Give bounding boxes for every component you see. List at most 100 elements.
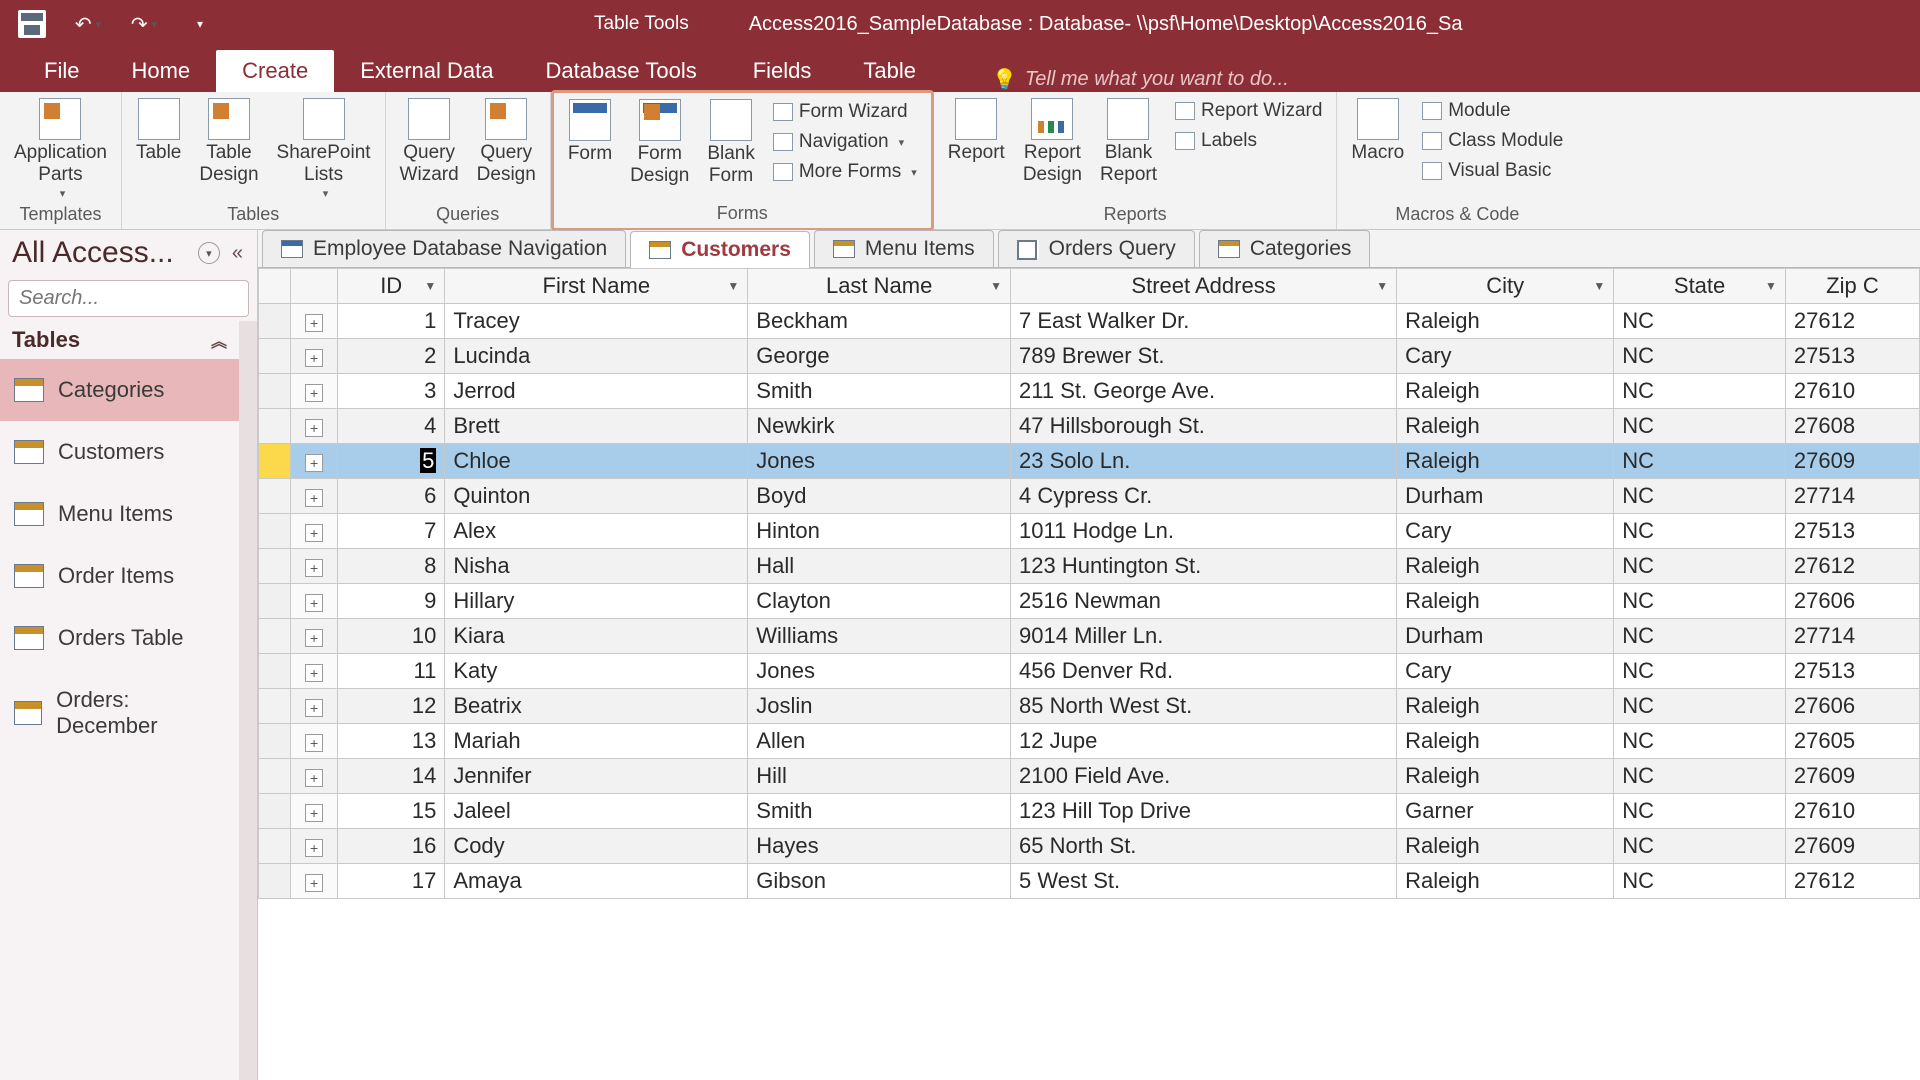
cell-first-name[interactable]: Amaya xyxy=(445,864,748,899)
cell-last-name[interactable]: Clayton xyxy=(748,584,1011,619)
nav-item[interactable]: Order Items xyxy=(0,545,239,607)
cell-id[interactable]: 10 xyxy=(338,619,445,654)
nav-dropdown[interactable]: ▾ xyxy=(198,242,220,264)
cell-zip[interactable]: 27606 xyxy=(1785,689,1919,724)
chevron-down-icon[interactable]: ▼ xyxy=(727,279,739,293)
table-row[interactable]: +14JenniferHill2100 Field Ave.RaleighNC2… xyxy=(259,759,1920,794)
cell-state[interactable]: NC xyxy=(1614,374,1786,409)
table-row[interactable]: +12BeatrixJoslin85 North West St.Raleigh… xyxy=(259,689,1920,724)
row-selector[interactable] xyxy=(259,479,291,514)
cell-state[interactable]: NC xyxy=(1614,654,1786,689)
cell-zip[interactable]: 27612 xyxy=(1785,549,1919,584)
form-design-button[interactable]: Form Design xyxy=(624,97,695,189)
row-selector[interactable] xyxy=(259,339,291,374)
qat-customize[interactable]: ▾ xyxy=(186,10,214,38)
more-forms-button[interactable]: More Forms▾ xyxy=(767,159,923,185)
cell-id[interactable]: 3 xyxy=(338,374,445,409)
row-selector[interactable] xyxy=(259,514,291,549)
expand-button[interactable]: + xyxy=(291,759,338,794)
labels-button[interactable]: Labels xyxy=(1169,128,1328,154)
expand-button[interactable]: + xyxy=(291,374,338,409)
chevron-down-icon[interactable]: ▼ xyxy=(1376,279,1388,293)
expand-button[interactable]: + xyxy=(291,864,338,899)
cell-state[interactable]: NC xyxy=(1614,549,1786,584)
report-design-button[interactable]: Report Design xyxy=(1017,96,1088,188)
nav-section-tables[interactable]: Tables ︽ xyxy=(0,321,239,359)
nav-item[interactable]: Menu Items xyxy=(0,483,239,545)
table-row[interactable]: +1TraceyBeckham7 East Walker Dr.RaleighN… xyxy=(259,304,1920,339)
cell-state[interactable]: NC xyxy=(1614,514,1786,549)
cell-last-name[interactable]: Jones xyxy=(748,654,1011,689)
col-street-address[interactable]: Street Address▼ xyxy=(1011,269,1397,304)
cell-id[interactable]: 5 xyxy=(338,444,445,479)
row-selector[interactable] xyxy=(259,829,291,864)
cell-id[interactable]: 6 xyxy=(338,479,445,514)
cell-city[interactable]: Raleigh xyxy=(1397,444,1614,479)
cell-id[interactable]: 12 xyxy=(338,689,445,724)
cell-zip[interactable]: 27608 xyxy=(1785,409,1919,444)
cell-street[interactable]: 65 North St. xyxy=(1011,829,1397,864)
cell-state[interactable]: NC xyxy=(1614,724,1786,759)
nav-title[interactable]: All Access... xyxy=(12,236,192,270)
chevron-down-icon[interactable]: ▼ xyxy=(424,279,436,293)
row-selector[interactable] xyxy=(259,444,291,479)
row-selector[interactable] xyxy=(259,759,291,794)
row-selector[interactable] xyxy=(259,654,291,689)
cell-zip[interactable]: 27610 xyxy=(1785,794,1919,829)
expand-button[interactable]: + xyxy=(291,654,338,689)
document-tab[interactable]: Employee Database Navigation xyxy=(262,230,626,267)
cell-id[interactable]: 1 xyxy=(338,304,445,339)
cell-state[interactable]: NC xyxy=(1614,479,1786,514)
cell-last-name[interactable]: Smith xyxy=(748,374,1011,409)
cell-city[interactable]: Raleigh xyxy=(1397,724,1614,759)
cell-city[interactable]: Durham xyxy=(1397,479,1614,514)
cell-street[interactable]: 211 St. George Ave. xyxy=(1011,374,1397,409)
row-selector[interactable] xyxy=(259,864,291,899)
table-row[interactable]: +16CodyHayes65 North St.RaleighNC27609 xyxy=(259,829,1920,864)
cell-city[interactable]: Cary xyxy=(1397,339,1614,374)
tab-create[interactable]: Create xyxy=(216,50,334,92)
table-button[interactable]: Table xyxy=(130,96,187,166)
datasheet[interactable]: ID▼ First Name▼ Last Name▼ Street Addres… xyxy=(258,268,1920,1080)
tell-me-search[interactable]: 💡 Tell me what you want to do... xyxy=(992,67,1289,92)
document-tab[interactable]: Customers xyxy=(630,231,810,268)
cell-zip[interactable]: 27606 xyxy=(1785,584,1919,619)
application-parts-button[interactable]: Application Parts▾ xyxy=(8,96,113,202)
cell-street[interactable]: 5 West St. xyxy=(1011,864,1397,899)
cell-last-name[interactable]: Jones xyxy=(748,444,1011,479)
cell-street[interactable]: 2100 Field Ave. xyxy=(1011,759,1397,794)
tab-file[interactable]: File xyxy=(18,50,105,92)
cell-last-name[interactable]: George xyxy=(748,339,1011,374)
cell-street[interactable]: 23 Solo Ln. xyxy=(1011,444,1397,479)
cell-zip[interactable]: 27609 xyxy=(1785,759,1919,794)
document-tab[interactable]: Categories xyxy=(1199,230,1371,267)
cell-id[interactable]: 11 xyxy=(338,654,445,689)
table-row[interactable]: +8NishaHall123 Huntington St.RaleighNC27… xyxy=(259,549,1920,584)
expand-button[interactable]: + xyxy=(291,514,338,549)
expand-button[interactable]: + xyxy=(291,689,338,724)
cell-id[interactable]: 4 xyxy=(338,409,445,444)
table-row[interactable]: +3JerrodSmith211 St. George Ave.RaleighN… xyxy=(259,374,1920,409)
visual-basic-button[interactable]: Visual Basic xyxy=(1416,158,1569,184)
cell-first-name[interactable]: Nisha xyxy=(445,549,748,584)
cell-id[interactable]: 16 xyxy=(338,829,445,864)
cell-state[interactable]: NC xyxy=(1614,444,1786,479)
cell-state[interactable]: NC xyxy=(1614,689,1786,724)
table-row[interactable]: +11KatyJones456 Denver Rd.CaryNC27513 xyxy=(259,654,1920,689)
row-selector-header[interactable] xyxy=(259,269,291,304)
tab-home[interactable]: Home xyxy=(105,50,216,92)
redo-button[interactable]: ↷▾ xyxy=(130,10,158,38)
cell-id[interactable]: 2 xyxy=(338,339,445,374)
cell-state[interactable]: NC xyxy=(1614,339,1786,374)
cell-state[interactable]: NC xyxy=(1614,829,1786,864)
expand-button[interactable]: + xyxy=(291,444,338,479)
cell-city[interactable]: Durham xyxy=(1397,619,1614,654)
cell-state[interactable]: NC xyxy=(1614,864,1786,899)
sharepoint-lists-button[interactable]: SharePoint Lists▾ xyxy=(271,96,377,202)
nav-item[interactable]: Orders Table xyxy=(0,607,239,669)
cell-zip[interactable]: 27714 xyxy=(1785,619,1919,654)
nav-item[interactable]: Customers xyxy=(0,421,239,483)
nav-collapse-button[interactable]: « xyxy=(226,242,249,265)
query-wizard-button[interactable]: Query Wizard xyxy=(394,96,465,188)
cell-street[interactable]: 123 Hill Top Drive xyxy=(1011,794,1397,829)
